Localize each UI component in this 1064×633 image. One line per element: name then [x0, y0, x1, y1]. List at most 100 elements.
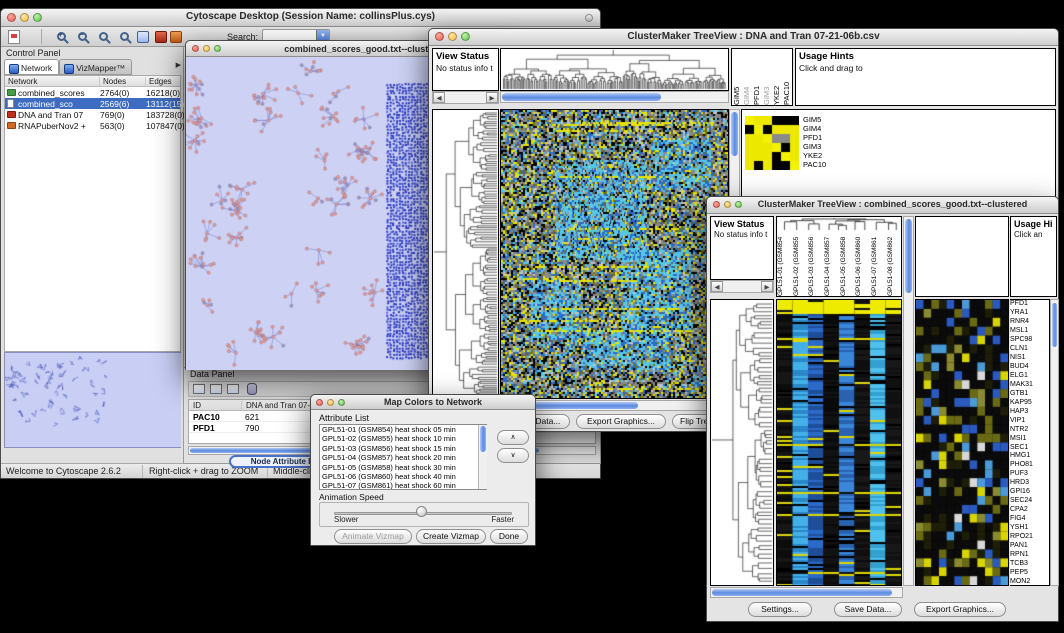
- gene-label[interactable]: BUD4: [1010, 363, 1049, 372]
- gene-label[interactable]: HMG1: [1010, 452, 1049, 461]
- gene-label[interactable]: MSI1: [1010, 435, 1049, 444]
- gene-label[interactable]: YRA1: [1010, 309, 1049, 318]
- zoom-button[interactable]: [735, 201, 742, 208]
- array-tree-hscrollbar[interactable]: [500, 91, 729, 103]
- gene-label[interactable]: SPC98: [1010, 336, 1049, 345]
- gene-label[interactable]: PFD1: [1010, 300, 1049, 309]
- attribute-list-item[interactable]: GPL51-03 (GSM856) heat shock 15 min: [320, 444, 486, 453]
- gene-label[interactable]: KAP95: [1010, 399, 1049, 408]
- col-id[interactable]: ID: [189, 401, 241, 410]
- gene-label[interactable]: CLN1: [1010, 345, 1049, 354]
- network-overview-panel[interactable]: [4, 352, 181, 448]
- gene-label[interactable]: PUF3: [1010, 470, 1049, 479]
- close-button[interactable]: [7, 13, 16, 22]
- main-titlebar[interactable]: Cytoscape Desktop (Session Name: collins…: [1, 9, 600, 27]
- animate-vizmap-button[interactable]: Animate Vizmap: [334, 529, 412, 544]
- heatmap-panel[interactable]: [500, 109, 729, 399]
- attribute-db-icon[interactable]: [247, 383, 257, 395]
- fit-content-icon[interactable]: [137, 31, 149, 43]
- gene-label[interactable]: SEC1: [1010, 444, 1049, 453]
- vizmapper-icon[interactable]: [155, 31, 167, 43]
- gene-label[interactable]: RPN1: [1010, 551, 1049, 560]
- treeview-combined-titlebar[interactable]: ClusterMaker TreeView : combined_scores_…: [707, 197, 1058, 214]
- attribute-list-item[interactable]: GPL51-05 (GSM858) heat shock 30 min: [320, 463, 486, 472]
- zoom-button[interactable]: [338, 399, 345, 406]
- gene-label[interactable]: MAK31: [1010, 381, 1049, 390]
- network-row[interactable]: combined_sco 2569(6) 13112(15): [5, 98, 180, 109]
- gene-label[interactable]: NIS1: [1010, 354, 1049, 363]
- view-status-hscrollbar[interactable]: ◀ ▶: [710, 280, 774, 293]
- zoom-out-icon[interactable]: −: [76, 28, 87, 46]
- gene-label[interactable]: TCB3: [1010, 560, 1049, 569]
- heatmap-panel[interactable]: [776, 299, 902, 586]
- gene-label[interactable]: MSL1: [1010, 327, 1049, 336]
- import-network-icon[interactable]: [8, 30, 20, 44]
- attribute-list-item[interactable]: GPL51-06 (GSM860) heat shock 40 min: [320, 472, 486, 481]
- scroll-right-icon[interactable]: ▶: [486, 92, 498, 103]
- array-dendrogram-canvas[interactable]: [501, 49, 728, 90]
- col-edges[interactable]: Edges: [145, 77, 183, 86]
- close-button[interactable]: [316, 399, 323, 406]
- attribute-list-item[interactable]: GPL51-04 (GSM857) heat shock 20 min: [320, 453, 486, 462]
- filter-icon[interactable]: [170, 31, 182, 43]
- scroll-thumb[interactable]: [712, 589, 892, 596]
- correlation-matrix-canvas[interactable]: [745, 116, 799, 170]
- gene-label[interactable]: RNR4: [1010, 318, 1049, 327]
- close-button[interactable]: [192, 45, 199, 52]
- col-network[interactable]: Network: [5, 77, 99, 86]
- array-dendrogram-canvas[interactable]: [777, 217, 901, 231]
- minimize-button[interactable]: [724, 201, 731, 208]
- gene-label[interactable]: ELG1: [1010, 372, 1049, 381]
- gene-label[interactable]: PEP5: [1010, 569, 1049, 578]
- create-vizmap-button[interactable]: Create Vizmap: [416, 529, 486, 544]
- scroll-thumb[interactable]: [905, 219, 912, 293]
- scroll-thumb[interactable]: [1052, 303, 1057, 347]
- toolbar-toggle-button[interactable]: [585, 14, 593, 22]
- heatmap-vscrollbar[interactable]: [903, 216, 914, 586]
- gene-label[interactable]: SEC24: [1010, 497, 1049, 506]
- close-button[interactable]: [713, 201, 720, 208]
- secondary-heatmap-canvas[interactable]: [916, 300, 1008, 585]
- gene-label[interactable]: HRD3: [1010, 479, 1049, 488]
- settings-button[interactable]: Settings...: [748, 602, 812, 617]
- select-attributes-icon[interactable]: [193, 384, 205, 394]
- minimize-button[interactable]: [327, 399, 334, 406]
- zoom-fit-icon[interactable]: [118, 28, 129, 46]
- attribute-list-item[interactable]: GPL51-01 (GSM854) heat shock 05 min: [320, 425, 486, 434]
- network-table-header[interactable]: Network Nodes Edges: [5, 76, 180, 87]
- create-attribute-icon[interactable]: [210, 384, 222, 394]
- speed-slider-thumb[interactable]: [416, 506, 427, 517]
- heatmap-canvas[interactable]: [501, 110, 728, 398]
- attribute-list-vscrollbar[interactable]: [478, 425, 487, 489]
- gene-tree-panel[interactable]: [710, 299, 774, 586]
- minimize-button[interactable]: [448, 32, 457, 41]
- minimize-button[interactable]: [20, 13, 29, 22]
- minimize-button[interactable]: [203, 45, 210, 52]
- gene-tree-panel[interactable]: [432, 109, 499, 399]
- scroll-thumb[interactable]: [731, 112, 738, 156]
- scroll-thumb[interactable]: [480, 426, 486, 452]
- gene-label[interactable]: RPO21: [1010, 533, 1049, 542]
- gene-dendrogram-canvas[interactable]: [433, 110, 498, 398]
- scroll-left-icon[interactable]: ◀: [711, 281, 723, 292]
- gene-label[interactable]: GTB1: [1010, 390, 1049, 399]
- view-status-hscrollbar[interactable]: ◀ ▶: [432, 91, 499, 104]
- delete-attribute-icon[interactable]: [227, 384, 239, 394]
- tab-overflow-button[interactable]: ▶: [176, 61, 181, 69]
- gene-label[interactable]: HAP3: [1010, 408, 1049, 417]
- map-colors-titlebar[interactable]: Map Colors to Network: [311, 395, 535, 410]
- zoom-button[interactable]: [214, 45, 221, 52]
- gene-list-vscrollbar[interactable]: [1050, 299, 1059, 586]
- close-button[interactable]: [435, 32, 444, 41]
- network-row[interactable]: RNAPuberNov2 + 563(0) 107847(0): [5, 120, 180, 131]
- treeview-dna-titlebar[interactable]: ClusterMaker TreeView : DNA and Tran 07-…: [429, 29, 1058, 46]
- zoom-selected-icon[interactable]: [97, 28, 108, 46]
- network-row[interactable]: combined_scores 2764(0) 16218(0): [5, 87, 180, 98]
- gene-label[interactable]: PAN1: [1010, 542, 1049, 551]
- move-down-button[interactable]: ∨: [497, 448, 529, 463]
- gene-dendrogram-canvas[interactable]: [711, 300, 773, 585]
- attribute-list-item[interactable]: GPL51-07 (GSM861) heat shock 60 min: [320, 481, 486, 490]
- gene-label[interactable]: PHO81: [1010, 461, 1049, 470]
- export-graphics-button[interactable]: Export Graphics...: [914, 602, 1006, 617]
- gene-label[interactable]: CPA2: [1010, 506, 1049, 515]
